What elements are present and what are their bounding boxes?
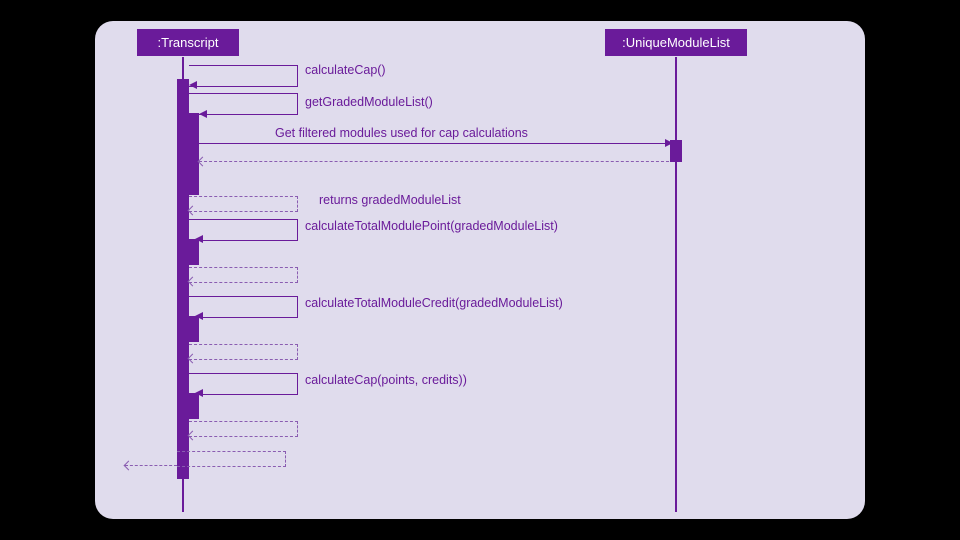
msg-calculateCap: calculateCap() <box>305 63 386 77</box>
return-calculateCap2 <box>189 421 298 437</box>
activation-getGraded <box>185 113 199 195</box>
arrowhead <box>198 157 208 167</box>
return-totalCredit <box>189 344 298 360</box>
arrowhead <box>189 81 197 89</box>
arrowhead <box>124 461 134 471</box>
return-totalPoint <box>189 267 298 283</box>
selfcall-totalPoint <box>189 219 298 241</box>
selfcall-calculateCap <box>189 65 298 87</box>
return-final <box>177 451 286 467</box>
participant-transcript: :Transcript <box>137 29 239 56</box>
msg-getGraded: getGradedModuleList() <box>305 95 433 109</box>
activation-calculateCap2 <box>185 393 199 419</box>
activation-totalPoint <box>185 239 199 265</box>
sequence-diagram: :Transcript :UniqueModuleList calculateC… <box>95 21 865 519</box>
msg-totalCredit: calculateTotalModuleCredit(gradedModuleL… <box>305 296 563 310</box>
msg-totalPoint: calculateTotalModulePoint(gradedModuleLi… <box>305 219 558 233</box>
return-getFiltered <box>199 161 669 162</box>
selfcall-calculateCap2 <box>189 373 298 395</box>
arrow-getFiltered <box>199 143 669 144</box>
msg-getFiltered: Get filtered modules used for cap calcul… <box>275 126 528 140</box>
arrowhead <box>199 110 207 118</box>
activation-totalCredit <box>185 316 199 342</box>
return-gradedList <box>189 196 298 212</box>
activation-uml <box>670 140 682 162</box>
msg-returns-gradedList: returns gradedModuleList <box>319 193 461 207</box>
msg-calculateCap2: calculateCap(points, credits)) <box>305 373 467 387</box>
participant-uniquemodulelist: :UniqueModuleList <box>605 29 747 56</box>
lifeline-uniquemodulelist <box>675 57 677 512</box>
selfcall-totalCredit <box>189 296 298 318</box>
